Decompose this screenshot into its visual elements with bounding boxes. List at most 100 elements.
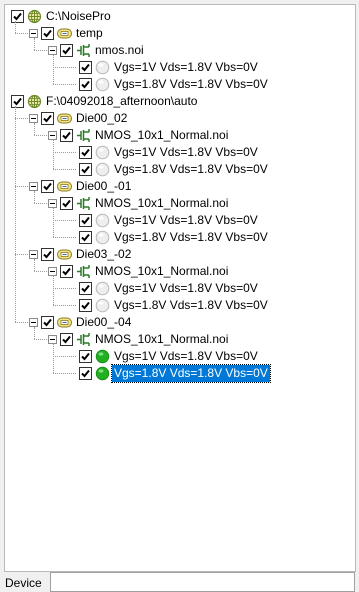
tree-node[interactable]: Vgs=1V Vds=1.8V Vbs=0V	[5, 59, 355, 76]
tree-connector	[15, 118, 30, 119]
tree-node-label[interactable]: Vgs=1V Vds=1.8V Vbs=0V	[112, 59, 260, 76]
tree-node[interactable]: Vgs=1V Vds=1.8V Vbs=0V	[5, 212, 355, 229]
tree-node[interactable]: Vgs=1.8V Vds=1.8V Vbs=0V	[5, 76, 355, 93]
node-checkbox[interactable]	[41, 180, 54, 193]
tree-node[interactable]: Die00_-04	[5, 314, 355, 331]
tree-node[interactable]: C:\NoisePro	[5, 8, 355, 25]
node-checkbox[interactable]	[79, 282, 92, 295]
tree-node-label[interactable]: nmos.noi	[93, 42, 146, 59]
tree-node[interactable]: NMOS_10x1_Normal.noi	[5, 195, 355, 212]
tree-connector	[34, 339, 49, 340]
tree-connector	[53, 373, 76, 374]
tree-node[interactable]: NMOS_10x1_Normal.noi	[5, 127, 355, 144]
tree-node[interactable]: Vgs=1.8V Vds=1.8V Vbs=0V	[5, 364, 355, 383]
node-checkbox[interactable]	[60, 265, 73, 278]
tree-node-label[interactable]: Die03_-02	[74, 246, 133, 263]
node-checkbox[interactable]	[41, 248, 54, 261]
node-checkbox[interactable]	[60, 129, 73, 142]
tree-node-label[interactable]: Vgs=1V Vds=1.8V Vbs=0V	[112, 280, 260, 297]
tree-node[interactable]: F:\04092018_afternoon\auto	[5, 93, 355, 110]
collapse-toggle[interactable]	[29, 29, 38, 38]
tree-panel[interactable]: C:\NoisePro temp nmos.noi Vgs=1V Vds=1.8V V…	[4, 4, 356, 572]
tree-node-label[interactable]: NMOS_10x1_Normal.noi	[93, 263, 230, 280]
device-field[interactable]	[50, 572, 355, 592]
collapse-toggle[interactable]	[29, 318, 38, 327]
tree-node-label[interactable]: NMOS_10x1_Normal.noi	[93, 331, 230, 348]
tree-node-label[interactable]: Vgs=1.8V Vds=1.8V Vbs=0V	[112, 297, 270, 314]
tree-node-label[interactable]: Vgs=1V Vds=1.8V Vbs=0V	[112, 144, 260, 161]
collapse-toggle[interactable]	[48, 267, 57, 276]
tree-node[interactable]: NMOS_10x1_Normal.noi	[5, 331, 355, 348]
tree-node[interactable]: temp	[5, 25, 355, 42]
tree-node-label[interactable]: temp	[74, 25, 105, 42]
globe-icon	[27, 9, 42, 24]
tree-connector	[53, 67, 76, 68]
node-checkbox[interactable]	[11, 10, 24, 23]
collapse-toggle[interactable]	[48, 335, 57, 344]
transistor-icon	[76, 264, 91, 279]
node-checkbox[interactable]	[79, 78, 92, 91]
collapse-toggle[interactable]	[48, 46, 57, 55]
tree-node[interactable]: Vgs=1.8V Vds=1.8V Vbs=0V	[5, 297, 355, 314]
tree-node-label[interactable]: Vgs=1V Vds=1.8V Vbs=0V	[112, 212, 260, 229]
node-checkbox[interactable]	[79, 350, 92, 363]
tree-node[interactable]: nmos.noi	[5, 42, 355, 59]
tree-node[interactable]: Die03_-02	[5, 246, 355, 263]
tree-node-label[interactable]: Vgs=1.8V Vds=1.8V Vbs=0V	[112, 76, 270, 93]
tree-node-label[interactable]: Die00_-01	[74, 178, 133, 195]
device-tree[interactable]: C:\NoisePro temp nmos.noi Vgs=1V Vds=1.8V V…	[5, 5, 355, 571]
collapse-toggle[interactable]	[48, 199, 57, 208]
tree-node[interactable]: Die00_02	[5, 110, 355, 127]
tree-node-label[interactable]: F:\04092018_afternoon\auto	[44, 93, 199, 110]
node-checkbox[interactable]	[79, 299, 92, 312]
tree-guide-line	[34, 123, 35, 135]
node-checkbox[interactable]	[79, 231, 92, 244]
tree-node[interactable]: Vgs=1V Vds=1.8V Vbs=0V	[5, 280, 355, 297]
tree-node[interactable]: Vgs=1.8V Vds=1.8V Vbs=0V	[5, 161, 355, 178]
tree-node[interactable]: Vgs=1.8V Vds=1.8V Vbs=0V	[5, 229, 355, 246]
tree-connector	[34, 271, 49, 272]
node-checkbox[interactable]	[79, 367, 92, 380]
node-checkbox[interactable]	[60, 333, 73, 346]
collapse-toggle[interactable]	[29, 250, 38, 259]
transistor-icon	[76, 128, 91, 143]
tree-node-label[interactable]: Vgs=1.8V Vds=1.8V Vbs=0V	[112, 229, 270, 246]
tree-node[interactable]: NMOS_10x1_Normal.noi	[5, 263, 355, 280]
transistor-icon	[76, 332, 91, 347]
collapse-toggle[interactable]	[29, 182, 38, 191]
tree-node-label[interactable]: Vgs=1V Vds=1.8V Vbs=0V	[112, 348, 260, 365]
tree-node-label[interactable]: Vgs=1.8V Vds=1.8V Vbs=0V	[111, 364, 271, 383]
device-icon	[57, 26, 72, 41]
device-icon	[57, 315, 72, 330]
node-checkbox[interactable]	[41, 27, 54, 40]
node-checkbox[interactable]	[60, 44, 73, 57]
tree-connector	[15, 186, 30, 187]
tree-node-label[interactable]: NMOS_10x1_Normal.noi	[93, 195, 230, 212]
device-label: Device	[5, 576, 42, 590]
node-checkbox[interactable]	[11, 95, 24, 108]
tree-node-label[interactable]: NMOS_10x1_Normal.noi	[93, 127, 230, 144]
tree-connector	[34, 135, 49, 136]
tree-guide-line	[15, 21, 16, 33]
tree-connector	[53, 169, 76, 170]
tree-node-label[interactable]: Die00_-04	[74, 314, 133, 331]
node-checkbox[interactable]	[79, 146, 92, 159]
tree-connector	[15, 254, 30, 255]
tree-node[interactable]: Vgs=1V Vds=1.8V Vbs=0V	[5, 348, 355, 365]
node-checkbox[interactable]	[41, 316, 54, 329]
node-checkbox[interactable]	[41, 112, 54, 125]
tree-node-label[interactable]: Vgs=1.8V Vds=1.8V Vbs=0V	[112, 161, 270, 178]
node-checkbox[interactable]	[79, 214, 92, 227]
collapse-toggle[interactable]	[29, 114, 38, 123]
tree-node[interactable]: Vgs=1V Vds=1.8V Vbs=0V	[5, 144, 355, 161]
node-checkbox[interactable]	[79, 163, 92, 176]
collapse-toggle[interactable]	[48, 131, 57, 140]
tree-node[interactable]: Die00_-01	[5, 178, 355, 195]
tree-connector	[15, 33, 30, 34]
node-checkbox[interactable]	[79, 61, 92, 74]
tree-node-label[interactable]: C:\NoisePro	[44, 8, 113, 25]
tree-node-label[interactable]: Die00_02	[74, 110, 129, 127]
transistor-icon	[76, 43, 91, 58]
node-checkbox[interactable]	[60, 197, 73, 210]
tree-guide-line	[53, 140, 54, 169]
